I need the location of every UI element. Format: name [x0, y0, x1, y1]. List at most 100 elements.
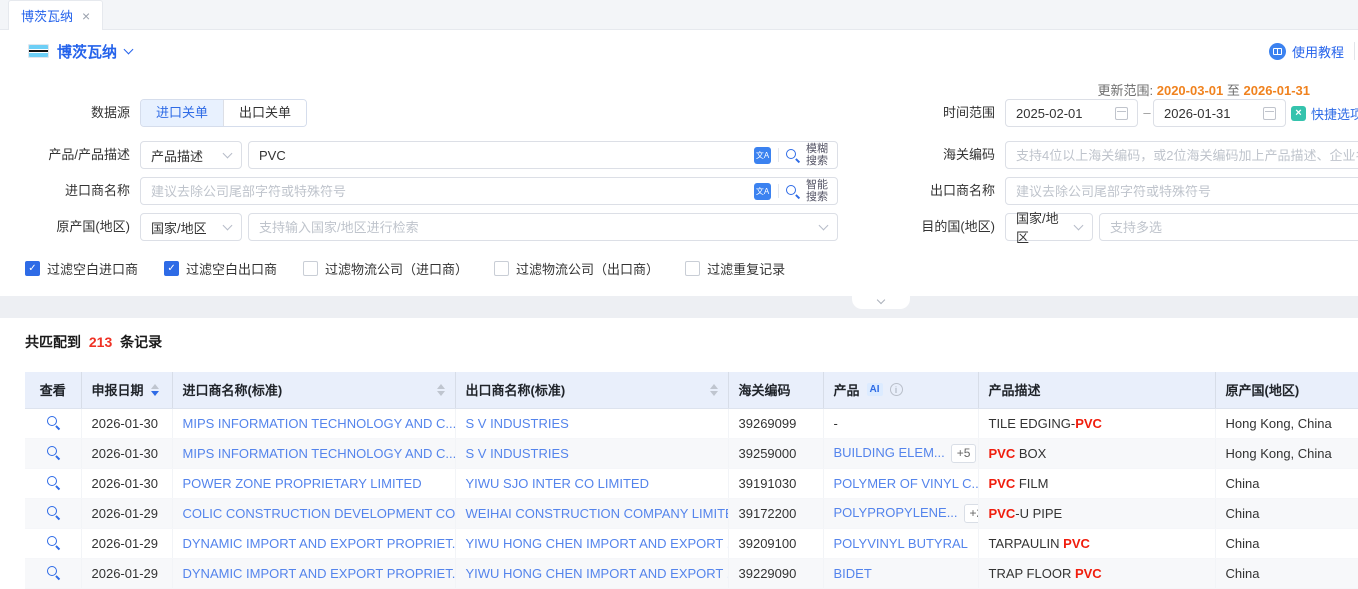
exporter-link[interactable]: YIWU HONG CHEN IMPORT AND EXPORT ...	[466, 566, 729, 581]
product-link[interactable]: BIDET	[834, 566, 872, 581]
more-products-badge[interactable]: +5	[951, 444, 977, 463]
product-cell: -	[823, 408, 978, 438]
quick-options-button[interactable]: 快捷选项	[1291, 99, 1358, 127]
exporter-link[interactable]: YIWU SJO INTER CO LIMITED	[466, 476, 649, 491]
checkbox-checked-icon[interactable]: ✓	[25, 261, 40, 276]
smart-search-icon[interactable]	[786, 185, 799, 198]
checkbox-icon[interactable]	[303, 261, 318, 276]
origin-input[interactable]	[249, 220, 816, 235]
collapse-filters-button[interactable]	[852, 296, 910, 309]
importer-link[interactable]: MIPS INFORMATION TECHNOLOGY AND C...	[183, 446, 456, 461]
product-link[interactable]: POLYMER OF VINYL C...	[834, 476, 979, 491]
hs-code-field[interactable]	[1005, 141, 1358, 169]
sort-desc-icon[interactable]	[710, 391, 718, 396]
sort-icons[interactable]	[437, 384, 445, 396]
importer-link[interactable]: DYNAMIC IMPORT AND EXPORT PROPRIET...	[183, 566, 456, 581]
tab-export-records[interactable]: 出口关单	[223, 100, 306, 126]
sort-asc-icon[interactable]	[437, 384, 445, 389]
description-text: TARPAULIN	[989, 536, 1064, 551]
exporter-field[interactable]	[1005, 177, 1358, 205]
description-cell: TILE EDGING-PVC	[978, 408, 1215, 438]
column-header[interactable]: 进口商名称(标准)	[172, 372, 455, 408]
hs-code-cell: 39172200	[728, 498, 823, 528]
tab-botswana[interactable]: 博茨瓦纳 ×	[8, 0, 103, 30]
sort-asc-icon[interactable]	[710, 384, 718, 389]
description-cell: PVC BOX	[978, 438, 1215, 468]
sort-asc-icon[interactable]	[151, 384, 159, 389]
date-cell: 2026-01-29	[81, 528, 172, 558]
smart-search-label[interactable]: 智能搜索	[806, 179, 829, 203]
chevron-down-icon	[877, 296, 885, 304]
country-selector[interactable]: 博茨瓦纳	[28, 30, 132, 72]
date-start-field[interactable]	[1005, 99, 1138, 127]
checkbox-checked-icon[interactable]: ✓	[164, 261, 179, 276]
origin-field[interactable]	[248, 213, 838, 241]
product-link[interactable]: BUILDING ELEM...	[834, 445, 945, 460]
exporter-link[interactable]: S V INDUSTRIES	[466, 446, 569, 461]
close-icon[interactable]: ×	[82, 9, 90, 23]
date-separator: –	[1141, 99, 1153, 127]
summary-suffix: 条记录	[120, 334, 162, 350]
filter-checkbox[interactable]: 过滤物流公司（出口商）	[494, 259, 659, 278]
date-end-input[interactable]	[1154, 106, 1263, 121]
filter-checkbox[interactable]: 过滤重复记录	[685, 259, 785, 278]
tab-import-records[interactable]: 进口关单	[141, 100, 223, 126]
datasource-label: 数据源	[0, 99, 130, 127]
tutorial-button[interactable]: 使用教程	[1269, 30, 1344, 72]
importer-field[interactable]: 智能搜索	[140, 177, 838, 205]
translate-icon[interactable]	[754, 183, 771, 200]
view-search-icon[interactable]	[46, 475, 60, 489]
destination-type-select[interactable]: 国家/地区	[1005, 213, 1093, 241]
more-products-badge[interactable]: +2	[964, 504, 978, 523]
exporter-link[interactable]: YIWU HONG CHEN IMPORT AND EXPORT ...	[466, 536, 729, 551]
view-search-icon[interactable]	[46, 535, 60, 549]
destination-input[interactable]	[1100, 220, 1358, 235]
filter-checkbox[interactable]: ✓过滤空白出口商	[164, 259, 277, 278]
view-search-icon[interactable]	[46, 415, 60, 429]
importer-cell: DYNAMIC IMPORT AND EXPORT PROPRIET...	[172, 528, 455, 558]
importer-input[interactable]	[141, 184, 754, 199]
product-link[interactable]: POLYPROPYLENE...	[834, 505, 958, 520]
sort-icons[interactable]	[710, 384, 718, 396]
view-search-icon[interactable]	[46, 565, 60, 579]
fuzzy-search-icon[interactable]	[786, 149, 799, 162]
translate-icon[interactable]	[754, 147, 771, 164]
importer-link[interactable]: MIPS INFORMATION TECHNOLOGY AND C...	[183, 416, 456, 431]
chevron-down-icon	[223, 149, 233, 159]
datasource-segmented: 进口关单 出口关单	[140, 99, 307, 127]
importer-link[interactable]: COLIC CONSTRUCTION DEVELOPMENT CO ...	[183, 506, 456, 521]
sort-desc-icon[interactable]	[437, 391, 445, 396]
exporter-link[interactable]: WEIHAI CONSTRUCTION COMPANY LIMITED	[466, 506, 729, 521]
product-type-select[interactable]: 产品描述	[140, 141, 242, 169]
info-icon[interactable]: i	[890, 383, 903, 396]
view-search-icon[interactable]	[46, 445, 60, 459]
checkbox-icon[interactable]	[494, 261, 509, 276]
sort-desc-icon[interactable]	[151, 391, 159, 396]
date-start-input[interactable]	[1006, 106, 1115, 121]
sort-icons[interactable]	[151, 384, 159, 396]
importer-link[interactable]: DYNAMIC IMPORT AND EXPORT PROPRIET...	[183, 536, 456, 551]
origin-type-select[interactable]: 国家/地区	[140, 213, 242, 241]
view-search-icon[interactable]	[46, 505, 60, 519]
table-row: 2026-01-30MIPS INFORMATION TECHNOLOGY AN…	[25, 438, 1358, 468]
exporter-cell: WEIHAI CONSTRUCTION COMPANY LIMITED	[455, 498, 728, 528]
column-header[interactable]: 出口商名称(标准)	[455, 372, 728, 408]
filter-checkbox[interactable]: 过滤物流公司（进口商）	[303, 259, 468, 278]
view-cell	[25, 498, 81, 528]
column-header[interactable]: 申报日期	[81, 372, 172, 408]
exporter-input[interactable]	[1006, 184, 1358, 199]
exporter-cell: S V INDUSTRIES	[455, 408, 728, 438]
exporter-link[interactable]: S V INDUSTRIES	[466, 416, 569, 431]
importer-link[interactable]: POWER ZONE PROPRIETARY LIMITED	[183, 476, 422, 491]
product-link[interactable]: POLYVINYL BUTYRAL	[834, 536, 968, 551]
destination-field[interactable]	[1099, 213, 1358, 241]
filter-checkbox[interactable]: ✓过滤空白进口商	[25, 259, 138, 278]
checkbox-icon[interactable]	[685, 261, 700, 276]
fuzzy-search-label[interactable]: 模糊搜索	[806, 143, 829, 167]
product-search-input[interactable]	[249, 148, 754, 163]
origin-cell: Hong Kong, China	[1215, 438, 1358, 468]
date-end-field[interactable]	[1153, 99, 1286, 127]
checkbox-label: 过滤物流公司（出口商）	[516, 259, 659, 278]
hs-code-input[interactable]	[1006, 148, 1358, 163]
product-search-field[interactable]: 模糊搜索	[248, 141, 838, 169]
